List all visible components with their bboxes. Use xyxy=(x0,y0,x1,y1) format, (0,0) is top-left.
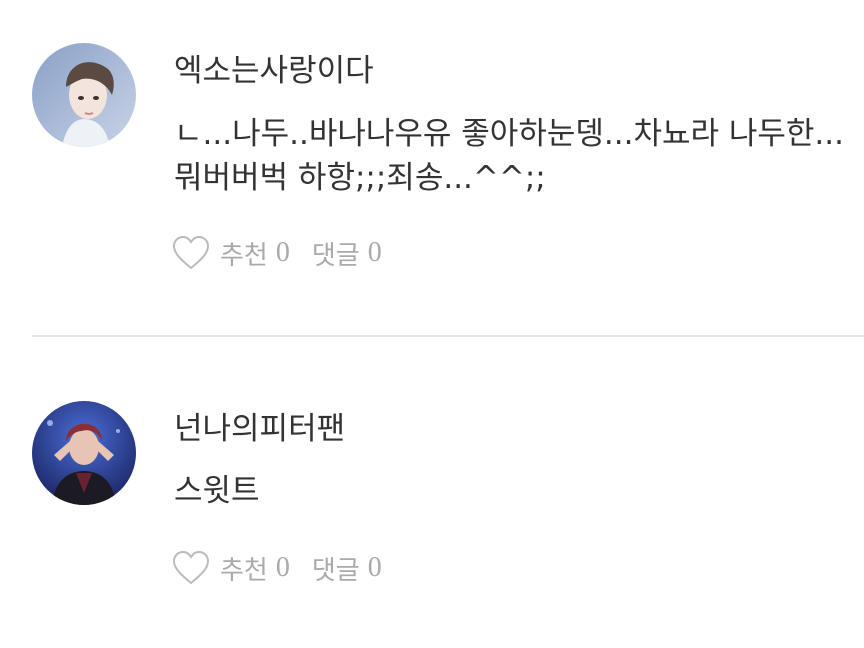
comment-actions: 추천 0 댓글 0 xyxy=(172,548,382,588)
avatar[interactable] xyxy=(32,43,136,147)
reply-count: 0 xyxy=(367,237,382,268)
comment-author[interactable]: 엑소는사랑이다 xyxy=(174,52,374,90)
comment-actions: 추천 0 댓글 0 xyxy=(172,233,382,273)
reply-label[interactable]: 댓글 xyxy=(312,235,360,272)
like-label[interactable]: 추천 xyxy=(220,550,268,587)
avatar[interactable] xyxy=(32,401,136,505)
heart-outline-icon[interactable] xyxy=(172,235,210,271)
like-label[interactable]: 추천 xyxy=(220,235,268,272)
comment-author[interactable]: 넌나의피터팬 xyxy=(174,410,345,448)
divider xyxy=(32,335,864,337)
heart-outline-icon[interactable] xyxy=(172,550,210,586)
reply-count: 0 xyxy=(367,552,382,583)
like-count: 0 xyxy=(275,552,290,583)
comment-text: ㄴ...나두..바나나우유 좋아하눈뎅...차뇨라 나두한...뭐버버벅 하항;… xyxy=(174,116,844,196)
like-count: 0 xyxy=(275,237,290,268)
comment-text: 스윗트 xyxy=(174,473,260,509)
reply-label[interactable]: 댓글 xyxy=(312,550,360,587)
